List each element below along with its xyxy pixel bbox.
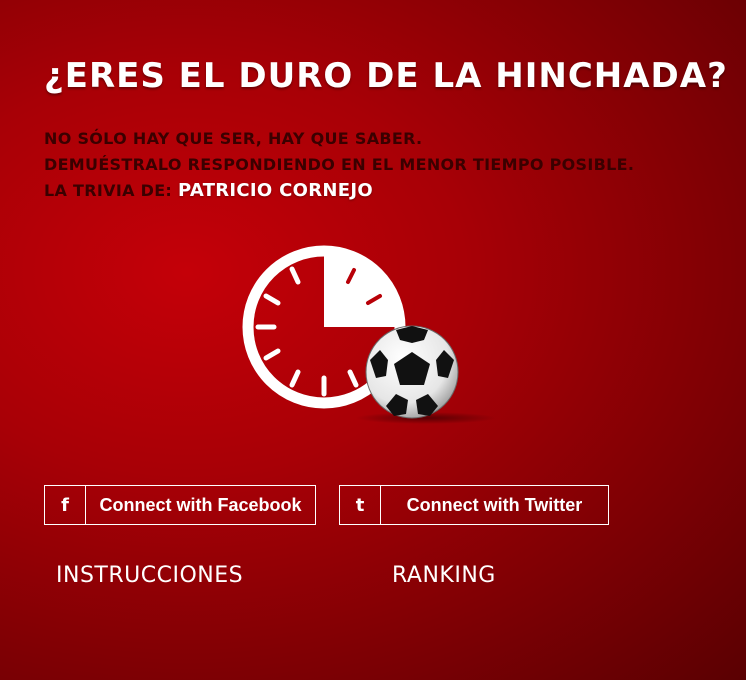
hero-illustration bbox=[236, 236, 496, 436]
trivia-credit: LA TRIVIA DE: PATRICIO CORNEJO bbox=[44, 178, 634, 204]
intro-line-1: NO SÓLO HAY QUE SER, HAY QUE SABER. bbox=[44, 129, 423, 148]
soccer-ball-icon bbox=[365, 325, 459, 419]
trivia-prefix: LA TRIVIA DE: bbox=[44, 181, 179, 200]
page-title: ¿ERES EL DURO DE LA HINCHADA? bbox=[44, 56, 728, 96]
connect-twitter-button[interactable]: t Connect with Twitter bbox=[339, 485, 609, 525]
stopwatch-icon bbox=[242, 245, 496, 424]
twitter-icon: t bbox=[340, 486, 381, 524]
instructions-link[interactable]: INSTRUCCIONES bbox=[56, 563, 243, 588]
intro-line-2: DEMUÉSTRALO RESPONDIENDO EN EL MENOR TIE… bbox=[44, 155, 635, 174]
intro-text: NO SÓLO HAY QUE SER, HAY QUE SABER. DEMU… bbox=[44, 126, 634, 204]
facebook-icon: f bbox=[45, 486, 86, 524]
trivia-author: PATRICIO CORNEJO bbox=[178, 180, 373, 201]
connect-facebook-label: Connect with Facebook bbox=[99, 494, 302, 515]
connect-facebook-button[interactable]: f Connect with Facebook bbox=[44, 485, 316, 525]
connect-twitter-label: Connect with Twitter bbox=[406, 494, 583, 515]
ranking-link[interactable]: RANKING bbox=[392, 563, 496, 588]
